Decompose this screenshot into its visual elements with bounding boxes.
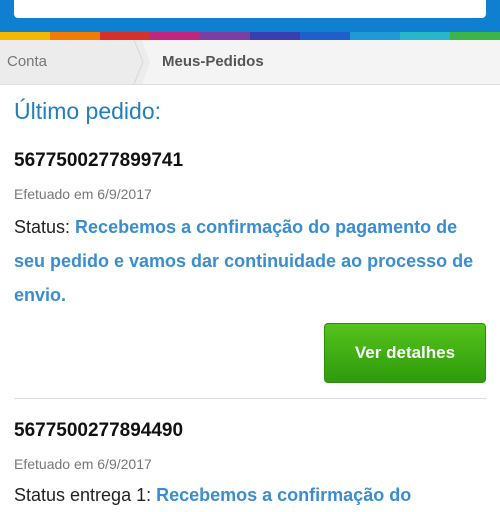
order-date: Efetuado em 6/9/2017 — [14, 186, 152, 202]
status-message: Recebemos a confirmação do pagamento de … — [14, 217, 474, 305]
page-title: Último pedido: — [14, 98, 162, 124]
header-bar — [0, 0, 500, 32]
color-strip-segment — [250, 32, 300, 40]
color-strip-segment — [450, 32, 500, 40]
order-status: Status entrega 1: Recebemos a confirmaçã… — [14, 478, 490, 512]
search-input[interactable] — [14, 0, 486, 18]
status-message: Recebemos a confirmação do — [156, 485, 412, 505]
color-strip-segment — [400, 32, 450, 40]
status-label: Status: — [14, 217, 71, 237]
color-strip-segment — [150, 32, 200, 40]
order-status: Status: Recebemos a confirmação do pagam… — [14, 210, 490, 312]
order-number: 5677500277894490 — [14, 420, 184, 441]
color-strip-segment — [100, 32, 150, 40]
color-strip-segment — [200, 32, 250, 40]
order-date: Efetuado em 6/9/2017 — [14, 456, 152, 472]
color-strip-segment — [50, 32, 100, 40]
color-strip — [0, 32, 500, 40]
view-details-button[interactable]: Ver detalhes — [324, 323, 486, 383]
status-label: Status entrega 1: — [14, 485, 152, 505]
color-strip-segment — [0, 32, 50, 40]
breadcrumb: Conta Meus-Pedidos — [0, 40, 500, 85]
divider — [14, 398, 486, 399]
breadcrumb-label: Conta — [7, 53, 48, 70]
order-number: 5677500277899741 — [14, 150, 184, 171]
breadcrumb-item-conta[interactable]: Conta — [0, 40, 142, 84]
color-strip-segment — [300, 32, 350, 40]
breadcrumb-item-meus-pedidos: Meus-Pedidos — [162, 53, 264, 70]
color-strip-segment — [350, 32, 400, 40]
breadcrumb-separator-icon — [128, 40, 150, 84]
